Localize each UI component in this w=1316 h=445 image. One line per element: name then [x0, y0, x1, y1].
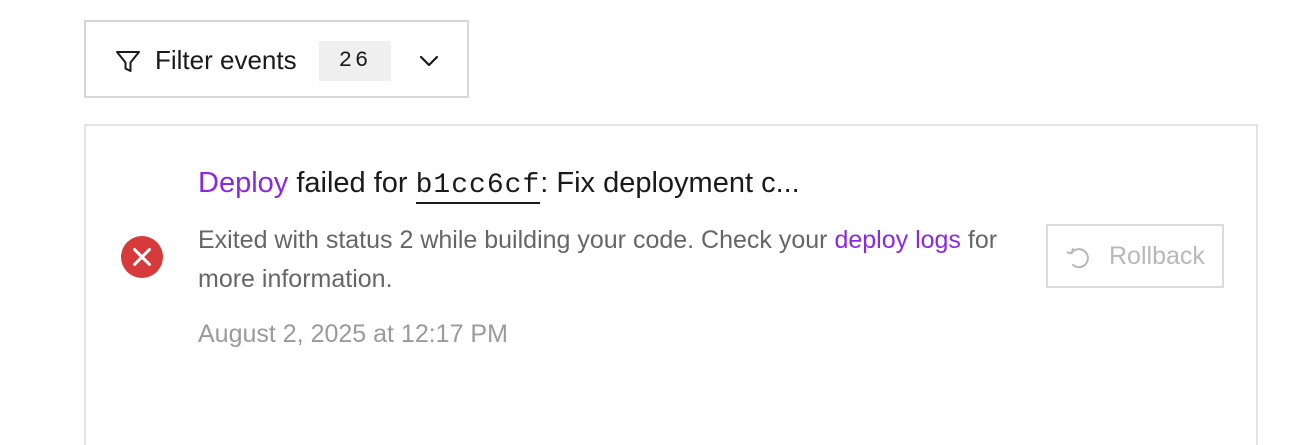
deploy-link[interactable]: Deploy: [198, 167, 288, 199]
filter-events-button[interactable]: Filter events 26: [84, 20, 469, 98]
commit-hash-link[interactable]: b1cc6cf: [415, 170, 541, 204]
rollback-button[interactable]: Rollback: [1046, 224, 1224, 288]
next-event-card: [84, 385, 1258, 445]
event-timestamp: August 2, 2025 at 12:17 PM: [198, 320, 508, 348]
error-circle-icon: [120, 235, 164, 279]
funnel-icon: [114, 48, 142, 76]
event-title-status: failed for: [288, 167, 416, 199]
event-description: Exited with status 2 while building your…: [198, 221, 1038, 299]
event-description-text: Exited with status 2 while building your…: [198, 226, 835, 254]
event-title: Deploy failed for b1cc6cf: Fix deploymen…: [198, 164, 800, 205]
rollback-label: Rollback: [1109, 242, 1205, 270]
commit-message: : Fix deployment c...: [540, 167, 800, 199]
rollback-icon: [1065, 244, 1093, 272]
chevron-down-icon: [418, 50, 440, 72]
filter-events-label: Filter events: [155, 45, 297, 75]
deploy-logs-link[interactable]: deploy logs: [834, 226, 960, 254]
event-count-badge: 26: [319, 41, 391, 81]
